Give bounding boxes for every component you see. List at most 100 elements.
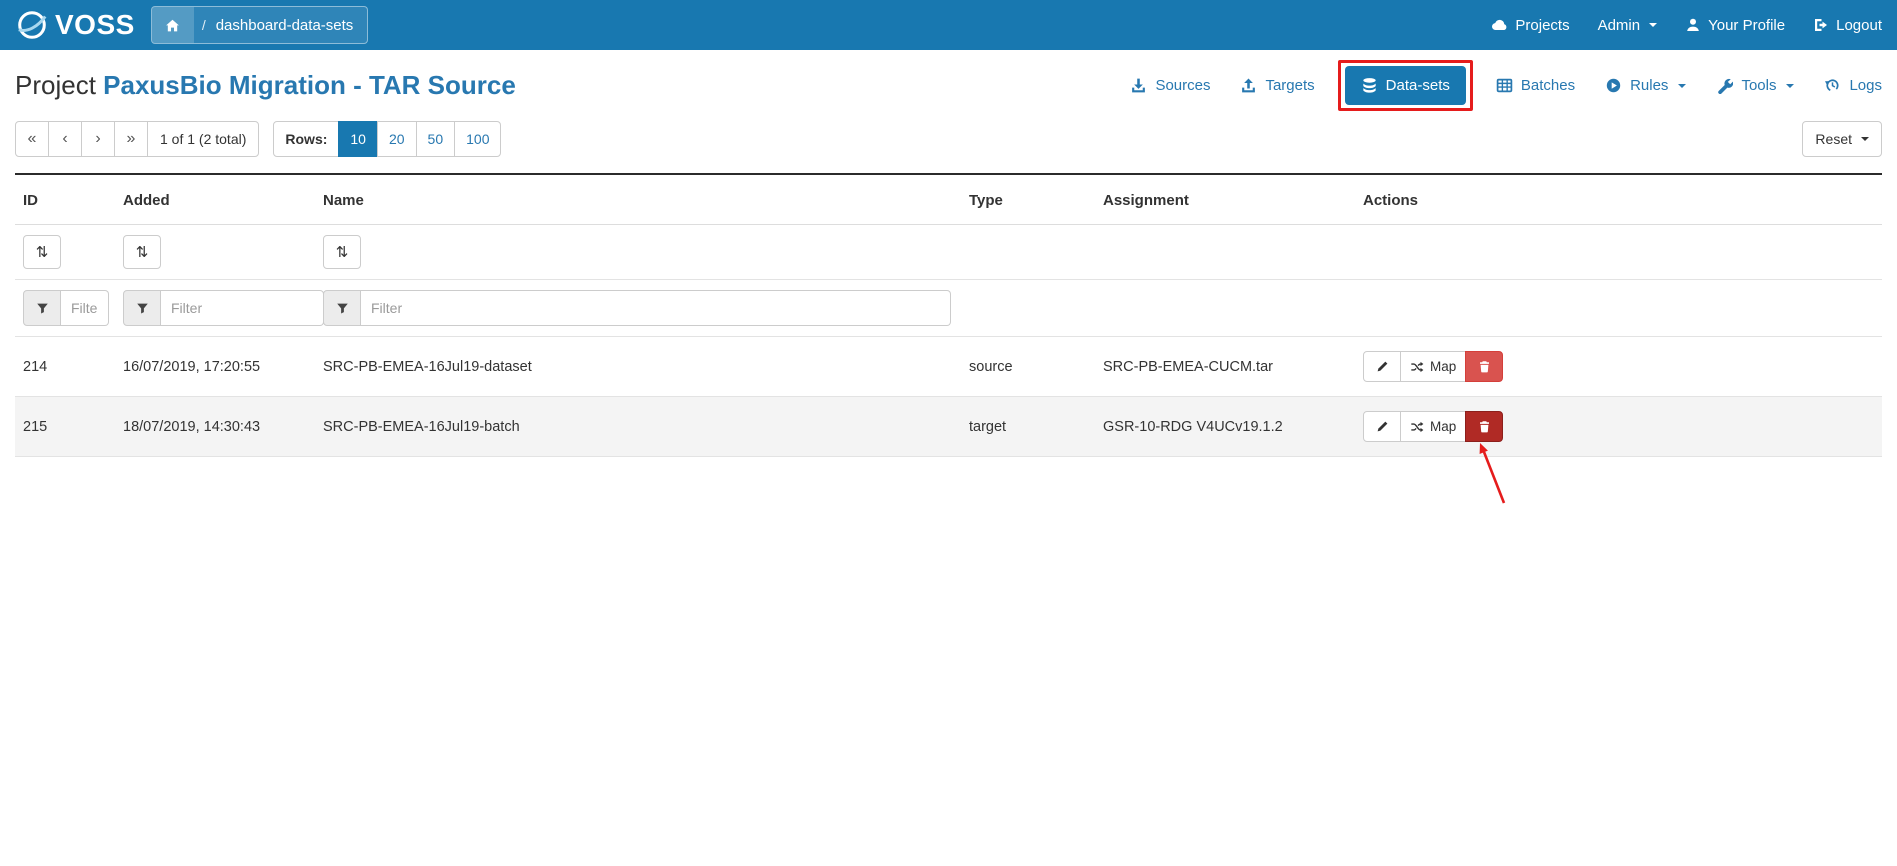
tab-targets[interactable]: Targets bbox=[1240, 77, 1314, 94]
tab-sources-label: Sources bbox=[1155, 77, 1210, 94]
sort-button-added[interactable]: ⇅ bbox=[123, 235, 161, 269]
navbar-right: Projects Admin Your Profile Logout bbox=[1491, 17, 1882, 34]
cell-id: 215 bbox=[15, 397, 115, 457]
pencil-icon bbox=[1376, 420, 1389, 433]
tab-rules[interactable]: Rules bbox=[1605, 77, 1686, 94]
logout-icon bbox=[1813, 17, 1829, 33]
id-filter-group bbox=[23, 290, 109, 326]
tab-batches-label: Batches bbox=[1521, 77, 1575, 94]
tab-logs-label: Logs bbox=[1849, 77, 1882, 94]
cell-assignment: SRC-PB-EMEA-CUCM.tar bbox=[1095, 337, 1355, 397]
map-button-label: Map bbox=[1430, 419, 1456, 434]
map-button[interactable]: Map bbox=[1400, 411, 1466, 442]
map-button[interactable]: Map bbox=[1400, 351, 1466, 382]
funnel-icon bbox=[136, 302, 149, 315]
annotation-arrow bbox=[1470, 441, 1520, 511]
upload-icon bbox=[1240, 77, 1257, 94]
name-filter-input[interactable] bbox=[361, 290, 951, 326]
database-icon bbox=[1361, 77, 1378, 94]
column-header-assignment: Assignment bbox=[1095, 174, 1355, 225]
nav-your-profile-label: Your Profile bbox=[1708, 17, 1785, 34]
home-icon bbox=[165, 18, 180, 33]
filter-row bbox=[15, 280, 1882, 337]
tab-data-sets-wrapper: Data-sets bbox=[1345, 66, 1466, 105]
sort-button-name[interactable]: ⇅ bbox=[323, 235, 361, 269]
tab-sources[interactable]: Sources bbox=[1130, 77, 1210, 94]
tab-logs[interactable]: Logs bbox=[1824, 77, 1882, 94]
tab-batches[interactable]: Batches bbox=[1496, 77, 1575, 94]
funnel-icon bbox=[336, 302, 349, 315]
row-actions: Map bbox=[1363, 351, 1503, 382]
tab-data-sets[interactable]: Data-sets bbox=[1345, 66, 1466, 105]
datasets-table: ID Added Name Type Assignment Actions ⇅ … bbox=[15, 173, 1882, 457]
shuffle-icon bbox=[1410, 360, 1424, 374]
sort-icon: ⇅ bbox=[36, 243, 49, 261]
cell-name: SRC-PB-EMEA-16Jul19-batch bbox=[315, 397, 961, 457]
column-header-added: Added bbox=[115, 174, 315, 225]
delete-button-wrapper bbox=[1466, 411, 1503, 442]
history-icon bbox=[1824, 77, 1841, 94]
brand-name: VOSS bbox=[55, 9, 135, 41]
added-filter-group bbox=[123, 290, 324, 326]
edit-button[interactable] bbox=[1363, 351, 1401, 382]
tab-targets-label: Targets bbox=[1265, 77, 1314, 94]
user-icon bbox=[1685, 17, 1701, 33]
caret-down-icon bbox=[1786, 84, 1794, 88]
tab-data-sets-label: Data-sets bbox=[1386, 77, 1450, 94]
cell-id: 214 bbox=[15, 337, 115, 397]
rows-option-10[interactable]: 10 bbox=[338, 121, 378, 157]
id-filter-input[interactable] bbox=[61, 290, 109, 326]
rows-option-50[interactable]: 50 bbox=[416, 121, 456, 157]
play-circle-icon bbox=[1605, 77, 1622, 94]
caret-down-icon bbox=[1678, 84, 1686, 88]
nav-logout[interactable]: Logout bbox=[1813, 17, 1882, 34]
top-navbar: VOSS / dashboard-data-sets Projects bbox=[0, 0, 1897, 50]
last-page-button[interactable]: » bbox=[114, 121, 148, 157]
page-title: Project PaxusBio Migration - TAR Source bbox=[15, 70, 516, 101]
delete-button[interactable] bbox=[1465, 411, 1503, 442]
trash-icon bbox=[1478, 420, 1491, 433]
tab-rules-label: Rules bbox=[1630, 77, 1668, 94]
table-row: 215 18/07/2019, 14:30:43 SRC-PB-EMEA-16J… bbox=[15, 397, 1882, 457]
sort-row: ⇅ ⇅ ⇅ bbox=[15, 225, 1882, 280]
added-filter-input[interactable] bbox=[161, 290, 324, 326]
prev-page-button[interactable]: ‹ bbox=[48, 121, 82, 157]
tab-tools-label: Tools bbox=[1741, 77, 1776, 94]
cell-type: source bbox=[961, 337, 1095, 397]
funnel-icon bbox=[36, 302, 49, 315]
name-filter-button[interactable] bbox=[323, 290, 361, 326]
reset-button-label: Reset bbox=[1815, 131, 1852, 147]
nav-admin[interactable]: Admin bbox=[1598, 17, 1658, 34]
nav-projects[interactable]: Projects bbox=[1491, 17, 1569, 34]
sort-button-id[interactable]: ⇅ bbox=[23, 235, 61, 269]
rows-label: Rows: bbox=[273, 121, 339, 157]
page-title-prefix: Project bbox=[15, 70, 96, 100]
nav-logout-label: Logout bbox=[1836, 17, 1882, 34]
home-button[interactable] bbox=[152, 7, 194, 43]
edit-button[interactable] bbox=[1363, 411, 1401, 442]
rows-option-20[interactable]: 20 bbox=[377, 121, 417, 157]
column-header-id: ID bbox=[15, 174, 115, 225]
voss-brand[interactable]: VOSS bbox=[15, 8, 135, 42]
cell-assignment: GSR-10-RDG V4UCv19.1.2 bbox=[1095, 397, 1355, 457]
delete-button[interactable] bbox=[1465, 351, 1503, 382]
first-page-button[interactable]: « bbox=[15, 121, 49, 157]
page-nav-group: « ‹ › » 1 of 1 (2 total) bbox=[15, 121, 259, 157]
cloud-icon bbox=[1491, 17, 1508, 34]
rows-option-100[interactable]: 100 bbox=[454, 121, 501, 157]
pagination-controls: « ‹ › » 1 of 1 (2 total) Rows: 10 20 50 … bbox=[15, 121, 501, 157]
page-status: 1 of 1 (2 total) bbox=[147, 121, 259, 157]
pencil-icon bbox=[1376, 360, 1389, 373]
breadcrumb-current[interactable]: dashboard-data-sets bbox=[214, 7, 368, 43]
rows-per-page-group: Rows: 10 20 50 100 bbox=[273, 121, 501, 157]
tab-tools[interactable]: Tools bbox=[1716, 77, 1794, 94]
caret-down-icon bbox=[1649, 23, 1657, 27]
cell-type: target bbox=[961, 397, 1095, 457]
column-header-name: Name bbox=[315, 174, 961, 225]
nav-your-profile[interactable]: Your Profile bbox=[1685, 17, 1785, 34]
next-page-button[interactable]: › bbox=[81, 121, 115, 157]
id-filter-button[interactable] bbox=[23, 290, 61, 326]
nav-admin-label: Admin bbox=[1598, 17, 1641, 34]
added-filter-button[interactable] bbox=[123, 290, 161, 326]
reset-button[interactable]: Reset bbox=[1802, 121, 1882, 157]
